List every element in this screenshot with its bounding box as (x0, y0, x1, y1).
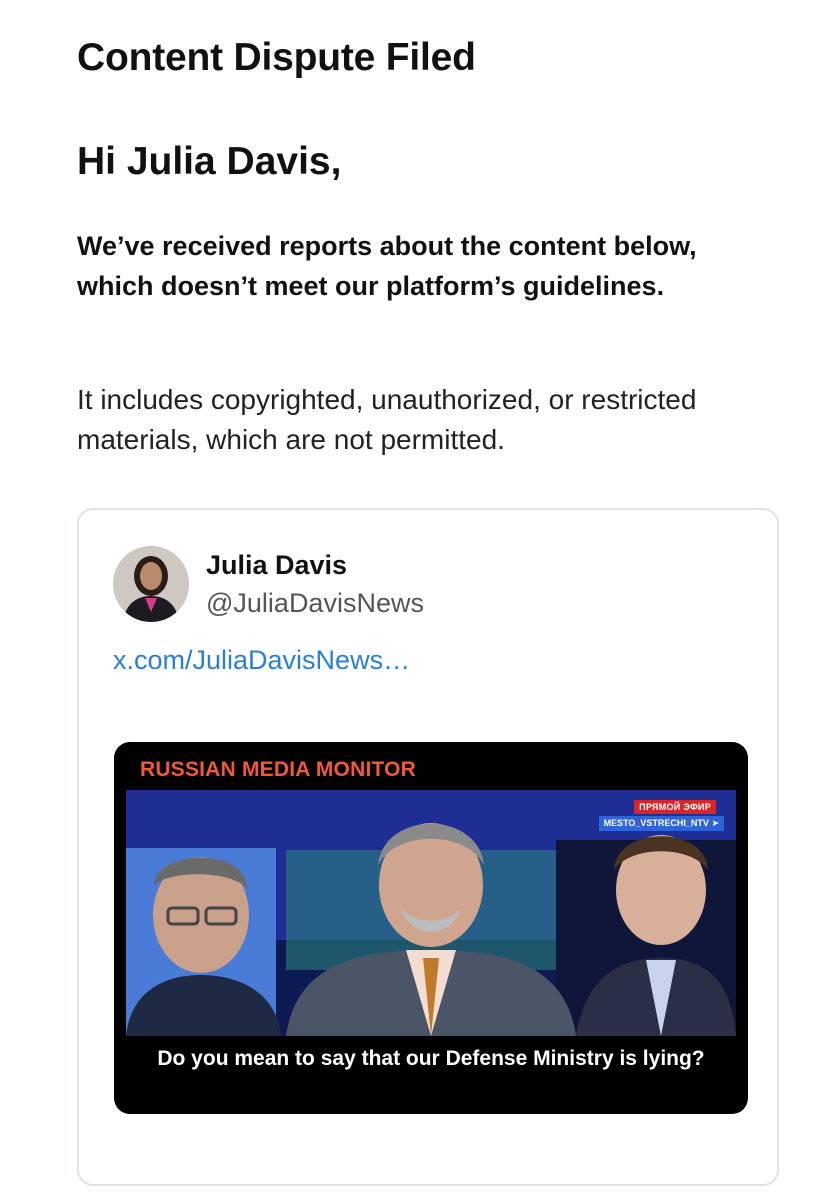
live-badge: ПРЯМОЙ ЭФИР (634, 800, 716, 814)
email-lead-paragraph: We’ve received reports about the content… (77, 231, 697, 301)
media-brand-label: RUSSIAN MEDIA MONITOR (140, 758, 417, 781)
embedded-post-card[interactable]: Julia Davis @JuliaDavisNews x.com/JuliaD… (77, 508, 779, 1186)
avatar-photo (113, 546, 189, 622)
email-body-paragraph: It includes copyrighted, unauthorized, o… (77, 384, 697, 455)
telegram-icon: ➤ (711, 818, 719, 828)
channel-label: MESTO_VSTRECHI_NTV (603, 818, 709, 828)
email-greeting: Hi Julia Davis, (77, 140, 342, 183)
author-name[interactable]: Julia Davis (206, 550, 347, 581)
author-handle[interactable]: @JuliaDavisNews (206, 588, 424, 619)
post-media[interactable]: RUSSIAN MEDIA MONITOR ПРЯМОЙ ЭФИР MESTO_… (114, 742, 748, 1114)
media-caption: Do you mean to say that our Defense Mini… (157, 1047, 705, 1070)
post-link[interactable]: x.com/JuliaDavisNews… (113, 645, 410, 676)
email-title: Content Dispute Filed (77, 36, 476, 79)
video-frame: ПРЯМОЙ ЭФИР MESTO_VSTRECHI_NTV ➤ (126, 790, 736, 1036)
channel-tag: MESTO_VSTRECHI_NTV ➤ (598, 816, 724, 831)
author-avatar[interactable] (113, 546, 189, 622)
